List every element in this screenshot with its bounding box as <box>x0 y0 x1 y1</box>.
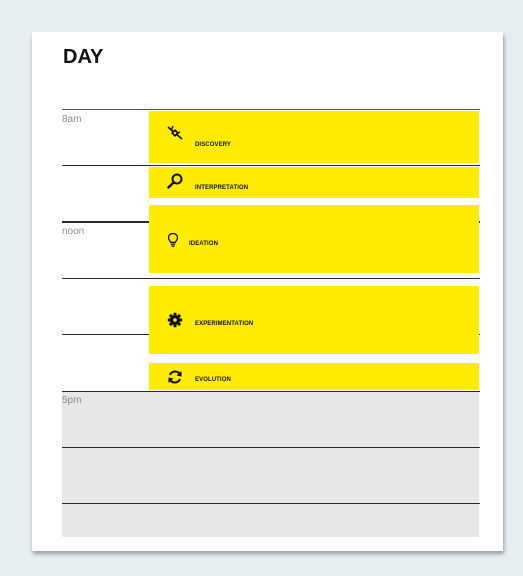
block-label: DISCOVERY <box>195 142 232 148</box>
block-label: INTERPRETATION <box>195 185 249 191</box>
block-label: EVOLUTION <box>195 377 231 383</box>
evening-area <box>62 391 479 537</box>
block-evolution[interactable]: EVOLUTION <box>149 363 479 390</box>
magnifier-icon <box>167 173 183 189</box>
compass-icon <box>167 125 183 141</box>
block-label: IDEATION <box>189 241 219 247</box>
block-ideation[interactable]: IDEATION <box>149 205 479 273</box>
hour-line <box>62 391 480 392</box>
day-planner-card: DAY 8am noon 5pm DISCOVERY INTERPRETATIO… <box>32 32 503 551</box>
time-label-5pm: 5pm <box>62 395 82 406</box>
refresh-icon <box>167 369 183 385</box>
hour-line <box>62 165 480 166</box>
block-label: EXPERIMENTATION <box>195 321 254 327</box>
hour-line <box>62 503 480 504</box>
hour-line <box>62 109 480 110</box>
block-discovery[interactable]: DISCOVERY <box>149 111 479 163</box>
block-experimentation[interactable]: EXPERIMENTATION <box>149 286 479 354</box>
hour-line <box>62 278 480 279</box>
page-title: DAY <box>63 46 104 68</box>
lightbulb-icon <box>165 232 181 248</box>
block-interpretation[interactable]: INTERPRETATION <box>149 167 479 198</box>
time-label-8am: 8am <box>62 114 82 125</box>
time-label-noon: noon <box>62 226 85 237</box>
gear-icon <box>167 312 183 328</box>
hour-line <box>62 447 480 448</box>
